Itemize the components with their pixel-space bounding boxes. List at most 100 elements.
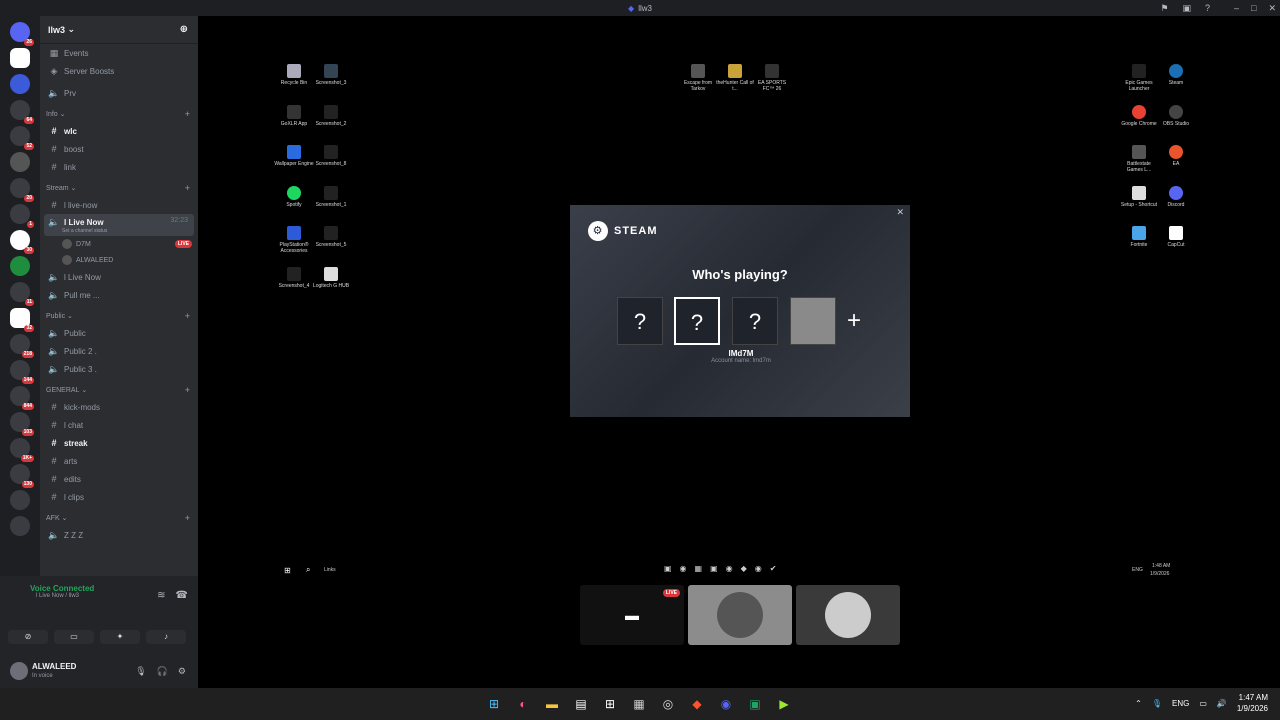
add-member-icon[interactable]: ⊕: [180, 24, 188, 35]
desktop-icon[interactable]: Setup - Shortcut: [1119, 186, 1159, 208]
desktop-icon[interactable]: Spotify: [274, 186, 314, 208]
server-icon[interactable]: 30: [10, 230, 34, 254]
channel-kick-mods[interactable]: # kick-mods: [40, 398, 198, 416]
server-icon[interactable]: 1K+: [10, 438, 34, 462]
desktop-icon[interactable]: Screenshot_8: [311, 145, 351, 167]
account-tile-selected[interactable]: ?: [674, 297, 720, 345]
add-channel-icon[interactable]: +: [185, 183, 190, 193]
desktop-icon[interactable]: OBS Studio: [1156, 105, 1196, 127]
calculator-icon[interactable]: ▦: [629, 694, 649, 714]
add-channel-icon[interactable]: +: [185, 311, 190, 321]
channel-edits[interactable]: # edits: [40, 470, 198, 488]
server-icon[interactable]: 20: [10, 178, 34, 202]
channel-zzz[interactable]: 🔈 Z Z Z: [40, 526, 198, 544]
server-icon[interactable]: 52: [10, 126, 34, 150]
activities-button[interactable]: ✦: [100, 630, 140, 644]
channel-chat[interactable]: # l chat: [40, 416, 198, 434]
voice-member[interactable]: ALWALEED: [40, 252, 198, 268]
windows-start-icon[interactable]: ⊞: [484, 694, 504, 714]
settings-gear-icon[interactable]: ⚙: [178, 666, 186, 677]
add-account-button[interactable]: +: [847, 307, 861, 335]
store-icon[interactable]: ⊞: [600, 694, 620, 714]
channel-public-3[interactable]: 🔈 Public 3 .: [40, 360, 198, 378]
category-public[interactable]: Public ⌄ +: [40, 308, 198, 324]
noise-suppression-icon[interactable]: ≋: [157, 590, 165, 601]
flag-icon[interactable]: ⚑: [1160, 3, 1168, 14]
chevron-up-icon[interactable]: ⌃: [1135, 699, 1142, 708]
server-icon[interactable]: [10, 74, 30, 94]
channel-public[interactable]: 🔈 Public: [40, 324, 198, 342]
windows-start-icon[interactable]: ⊞: [284, 566, 291, 575]
server-icon[interactable]: 64: [10, 100, 34, 124]
close-icon[interactable]: ✕: [896, 207, 904, 218]
server-boosts-item[interactable]: ◈ Server Boosts: [40, 62, 198, 80]
maximize-button[interactable]: □: [1251, 3, 1256, 13]
app-icon[interactable]: ◎: [658, 694, 678, 714]
category-stream[interactable]: Stream ⌄ +: [40, 180, 198, 196]
channel-streak[interactable]: # streak: [40, 434, 198, 452]
copilot-icon[interactable]: ◐: [513, 694, 533, 714]
channel-wlc[interactable]: # wlc: [40, 122, 198, 140]
add-channel-icon[interactable]: +: [185, 513, 190, 523]
close-button[interactable]: ✕: [1268, 3, 1276, 14]
search-icon[interactable]: ⌕: [306, 565, 310, 575]
category-general[interactable]: GENERAL ⌄ +: [40, 382, 198, 398]
channel-arts[interactable]: # arts: [40, 452, 198, 470]
channel-live-now-voice[interactable]: 🔈 l Live Now Set a channel status 32:23: [44, 214, 194, 236]
server-icon[interactable]: [10, 256, 30, 276]
desktop-icon[interactable]: PlayStation® Accessories: [274, 226, 314, 254]
server-icon[interactable]: 844: [10, 386, 34, 410]
participant-tile[interactable]: [688, 585, 792, 645]
lang-indicator[interactable]: ENG: [1172, 699, 1189, 708]
server-icon[interactable]: 103: [10, 412, 34, 436]
stream-tile[interactable]: ▬ LIVE: [580, 585, 684, 645]
server-icon[interactable]: [10, 48, 30, 68]
desktop-icon[interactable]: CapCut: [1156, 226, 1196, 248]
camera-off-button[interactable]: ⊘: [8, 630, 48, 644]
desktop-icon[interactable]: Screenshot_5: [311, 226, 351, 248]
desktop-icon[interactable]: EA: [1156, 145, 1196, 167]
app-icon[interactable]: ▶: [774, 694, 794, 714]
desktop-icon[interactable]: EA SPORTS FC™ 26: [752, 64, 792, 92]
server-icon[interactable]: 1: [10, 204, 34, 228]
screen-share-button[interactable]: ▭: [54, 630, 94, 644]
desktop-icon[interactable]: Epic Games Launcher: [1119, 64, 1159, 92]
category-info[interactable]: Info ⌄ +: [40, 106, 198, 122]
dm-home-button[interactable]: 26: [10, 22, 34, 46]
channel-public-2[interactable]: 🔈 Public 2 .: [40, 342, 198, 360]
discord-icon[interactable]: ◉: [716, 694, 736, 714]
channel-pull[interactable]: 🔈 Pull me ...: [40, 286, 198, 304]
soundboard-button[interactable]: ♪: [146, 630, 186, 644]
brave-icon[interactable]: ◆: [687, 694, 707, 714]
help-icon[interactable]: ?: [1205, 3, 1210, 13]
server-icon[interactable]: 144: [10, 360, 34, 384]
microphone-icon[interactable]: 🎙: [1152, 699, 1162, 708]
voice-location[interactable]: l Live Now / llw3: [12, 593, 94, 599]
channel-link[interactable]: # link: [40, 158, 198, 176]
server-icon[interactable]: [10, 152, 30, 172]
add-channel-icon[interactable]: +: [185, 109, 190, 119]
headphones-icon[interactable]: 🎧: [157, 666, 168, 677]
desktop-icon[interactable]: Wallpaper Engine: [274, 145, 314, 167]
desktop-icon[interactable]: Screenshot_3: [311, 64, 351, 86]
channel-live-now-2[interactable]: 🔈 l Live Now: [40, 268, 198, 286]
server-icon[interactable]: 130: [10, 464, 34, 488]
server-icon[interactable]: 32: [10, 308, 34, 332]
channel-prv[interactable]: 🔈 Prv: [40, 84, 198, 102]
channel-live-now-text[interactable]: # l live-now: [40, 196, 198, 214]
channel-boost[interactable]: # boost: [40, 140, 198, 158]
desktop-icon[interactable]: Fortnite: [1119, 226, 1159, 248]
server-icon[interactable]: 218: [10, 334, 34, 358]
clock[interactable]: 1:47 AM 1/9/2026: [1237, 692, 1268, 714]
channel-clips[interactable]: # l clips: [40, 488, 198, 506]
voice-member[interactable]: D7M LIVE: [40, 236, 198, 252]
server-icon[interactable]: [10, 516, 30, 536]
server-icon[interactable]: [10, 490, 30, 510]
participant-tile[interactable]: [796, 585, 900, 645]
desktop-icon[interactable]: Screenshot_2: [311, 105, 351, 127]
account-tile[interactable]: ?: [732, 297, 778, 345]
notepad-icon[interactable]: ▤: [571, 694, 591, 714]
account-tile-avatar[interactable]: [790, 297, 836, 345]
guild-header[interactable]: llw3 ⌄ ⊕: [40, 16, 198, 44]
desktop-icon[interactable]: theHunter Call of t...: [715, 64, 755, 92]
